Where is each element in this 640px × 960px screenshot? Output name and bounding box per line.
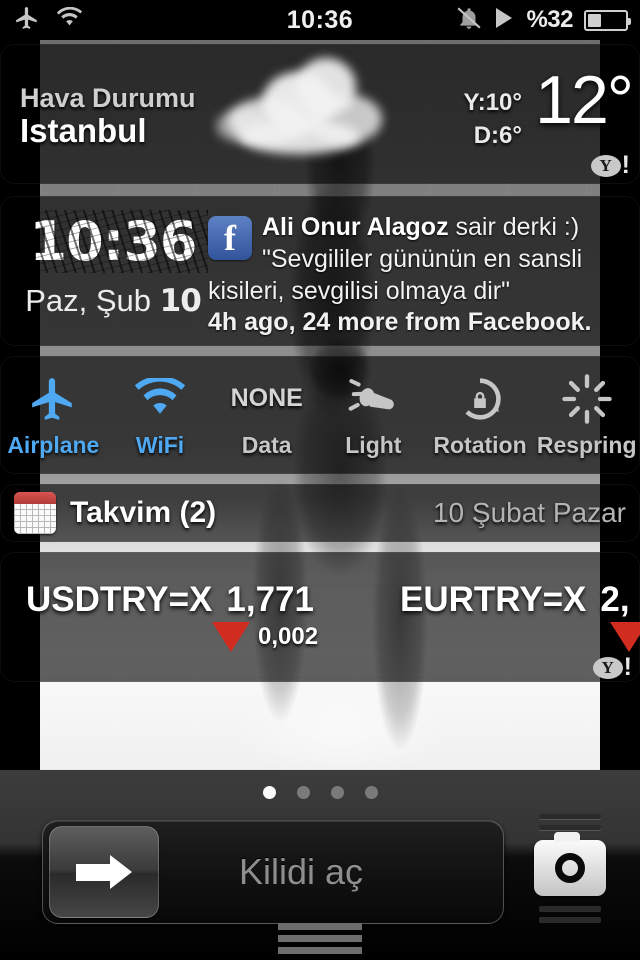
calendar-icon-grid: [14, 504, 56, 534]
toggle-data-label: Data: [241, 431, 292, 458]
weather-high: Y:10°: [463, 89, 522, 116]
facebook-icon: f: [208, 216, 252, 260]
clock-date-day: 10: [159, 283, 202, 319]
camera-grabber[interactable]: [522, 814, 618, 932]
triangle-down-icon: [212, 622, 250, 652]
toggle-light[interactable]: Light: [320, 372, 427, 459]
toggles-widget: Airplane WiFi NONE Data Light Rotation R…: [0, 356, 640, 474]
weather-low: D:6°: [473, 122, 522, 150]
toggle-airplane-label: Airplane: [7, 431, 100, 458]
stock-value: 1,771: [226, 580, 314, 619]
page-dot-1[interactable]: [262, 786, 276, 799]
stock-value: 2,: [600, 580, 630, 619]
clock-widget: 10:36 Paz, Şub 10: [18, 210, 208, 319]
clock-time: 10:36: [18, 210, 208, 273]
camera-grip-top: [522, 814, 618, 830]
facebook-notification[interactable]: f Ali Onur Alagoz sair derki :) "Sevgili…: [208, 212, 626, 339]
weather-label: Hava Durumu: [20, 83, 196, 113]
clock-date-prefix: Paz, Şub: [25, 283, 160, 318]
airplane-icon: [0, 372, 107, 426]
stock-item-eurtry[interactable]: EURTRY=X 2,: [400, 580, 640, 652]
calendar-date: 10 Şubat Pazar: [432, 497, 626, 528]
stock-item-usdtry[interactable]: USDTRY=X 1,771 0,002: [26, 580, 318, 652]
yahoo-logo: Y !: [590, 151, 630, 179]
cloud-icon: [210, 46, 390, 171]
yahoo-y-icon: Y: [590, 154, 621, 177]
toggle-light-label: Light: [345, 431, 402, 458]
flashlight-icon: [320, 372, 427, 426]
home-grabber[interactable]: [278, 923, 362, 954]
toggle-rotation[interactable]: Rotation: [427, 372, 534, 459]
status-bar: 10:36 %32: [0, 0, 640, 40]
weather-city: Istanbul: [20, 112, 147, 150]
stock-change: [400, 622, 640, 652]
slider-knob[interactable]: [49, 826, 159, 918]
yahoo-logo: Y !: [592, 653, 632, 681]
clock-date: Paz, Şub 10: [18, 283, 208, 319]
respring-icon: [533, 372, 640, 426]
facebook-text: Ali Onur Alagoz sair derki :) "Sevgilile…: [208, 212, 626, 339]
weather-high-low: Y:10° D:6°: [463, 86, 522, 152]
clock-notification-widget[interactable]: 10:36 Paz, Şub 10 f Ali Onur Alagoz sair…: [0, 196, 640, 346]
camera-lens-icon: [555, 853, 585, 883]
toggle-respring[interactable]: Respring: [533, 372, 640, 459]
lockscreen-bottom-bar: Kilidi aç: [0, 770, 640, 960]
page-dot-3[interactable]: [330, 786, 344, 799]
facebook-meta: 4h ago, 24 more from Facebook.: [208, 308, 592, 337]
calendar-icon: [14, 492, 56, 534]
camera-icon[interactable]: [534, 832, 606, 896]
toggle-data[interactable]: NONE Data: [213, 372, 320, 459]
stock-symbol: USDTRY=X: [26, 580, 213, 619]
camera-grip-bottom: [522, 906, 618, 922]
stock-line: EURTRY=X 2,: [400, 580, 640, 620]
calendar-title: Takvim (2): [70, 496, 217, 529]
status-bar-clock: 10:36: [286, 5, 354, 34]
yahoo-bang: !: [621, 151, 630, 179]
weather-widget[interactable]: Hava Durumu Istanbul Y:10° D:6° 12° Y !: [0, 44, 640, 184]
weather-location-block: Hava Durumu Istanbul: [20, 84, 196, 150]
facebook-action: sair derki :): [448, 213, 580, 241]
page-dot-2[interactable]: [296, 786, 310, 799]
page-dot-4[interactable]: [364, 786, 378, 799]
stock-symbol: EURTRY=X: [400, 580, 587, 619]
arrow-right-icon: [76, 855, 132, 889]
facebook-author: Ali Onur Alagoz: [262, 213, 449, 241]
stocks-widget[interactable]: USDTRY=X 1,771 0,002 EURTRY=X 2, Y !: [0, 552, 640, 682]
calendar-widget[interactable]: Takvim (2) 10 Şubat Pazar: [0, 484, 640, 542]
calendar-icon-header: [14, 492, 56, 504]
page-dots[interactable]: [0, 770, 640, 799]
stocks-ticker: USDTRY=X 1,771 0,002 EURTRY=X 2, Y !: [0, 552, 640, 682]
slide-to-unlock-label: Kilidi aç: [238, 851, 364, 892]
toggles-row: Airplane WiFi NONE Data Light Rotation R…: [0, 356, 640, 474]
slide-to-unlock[interactable]: Kilidi aç: [42, 820, 504, 924]
toggle-rotation-label: Rotation: [433, 431, 527, 458]
wifi-icon: [107, 372, 214, 426]
yahoo-bang: !: [623, 653, 632, 681]
weather-temperature: 12°: [535, 62, 634, 138]
data-icon: NONE: [213, 372, 320, 426]
yahoo-y-icon: Y: [592, 656, 623, 679]
calendar-row: Takvim (2) 10 Şubat Pazar: [0, 484, 640, 542]
data-value: NONE: [230, 384, 303, 412]
stock-change: 0,002: [26, 622, 318, 652]
battery-fill: [588, 13, 601, 27]
triangle-down-icon: [610, 622, 640, 652]
battery-icon: [584, 9, 631, 31]
stock-delta: 0,002: [258, 623, 319, 650]
toggle-airplane[interactable]: Airplane: [0, 372, 107, 459]
toggle-wifi[interactable]: WiFi: [107, 372, 214, 459]
stock-line: USDTRY=X 1,771: [26, 580, 318, 620]
facebook-body: "Sevgililer gününün en sansli kisileri, …: [208, 244, 583, 305]
toggle-wifi-label: WiFi: [135, 431, 185, 458]
toggle-respring-label: Respring: [536, 431, 637, 458]
rotation-lock-icon: [427, 372, 534, 426]
